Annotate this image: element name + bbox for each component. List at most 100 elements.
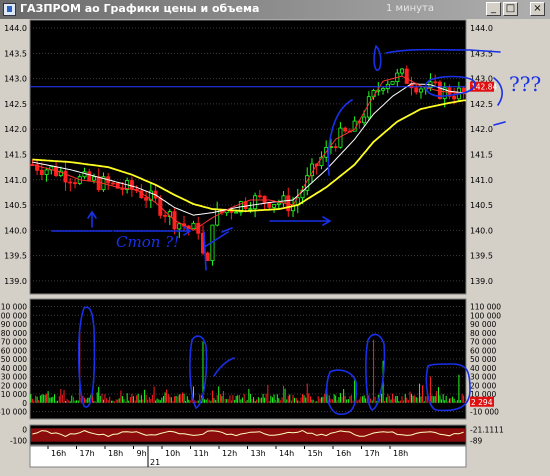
volume-axis-label-right: -10 000	[470, 408, 499, 417]
price-candle	[44, 169, 49, 175]
close-button[interactable]: ×	[530, 2, 545, 16]
window-title: ГАЗПРОМ ао Графики цены и объема	[20, 2, 260, 15]
price-candle	[404, 68, 409, 84]
annotation-question-text: ???	[509, 72, 541, 96]
price-axis-label-left: 139.0	[4, 277, 27, 286]
chart-area[interactable]: 144.0 144.0143.5 143.5143.0 143.0142.5 142.5…	[0, 19, 550, 476]
x-axis-label: 18h	[108, 449, 123, 458]
price-candle	[96, 176, 101, 191]
price-candle	[248, 208, 253, 211]
x-axis-label: 13h	[251, 449, 266, 458]
volume-axis-label-left: 80 000	[1, 329, 27, 338]
x-axis-label: 18h	[393, 449, 408, 458]
x-axis-label: 17h	[80, 449, 95, 458]
volume-axis-label-left: 0	[22, 399, 27, 408]
price-candle	[461, 87, 466, 93]
volume-axis-label-right: 60 000	[470, 346, 496, 355]
price-candle	[91, 176, 96, 181]
price-candle	[253, 195, 258, 210]
volume-axis-label-right: 110 000	[470, 303, 501, 312]
oscillator-value-1: -21.1111	[470, 425, 504, 434]
volume-axis-label-left: 100 000	[0, 311, 27, 320]
minimize-button[interactable]: _	[486, 2, 501, 16]
price-axis-label-left: 141.5	[4, 150, 27, 159]
volume-axis-label-right: 40 000	[470, 364, 496, 373]
volume-axis-label-left: 90 000	[1, 320, 27, 329]
price-candle	[73, 182, 78, 185]
price-candle	[177, 223, 182, 230]
price-axis-label-left: 141.0	[4, 176, 27, 185]
chart-window: ГАЗПРОМ ао Графики цены и объема 1 минут…	[0, 0, 550, 476]
price-axis-label-right: 141.5	[470, 150, 493, 159]
price-axis-label-left: 139.5	[4, 252, 27, 261]
price-candle	[82, 171, 87, 178]
volume-axis-label-left: -10 000	[0, 408, 27, 417]
price-axis-label-left: 144.0	[4, 24, 27, 33]
volume-axis-label-right: 70 000	[470, 338, 496, 347]
date-label-21: 21	[150, 458, 160, 467]
x-axis-label: 15h	[308, 449, 323, 458]
price-candle	[205, 252, 210, 262]
price-candle	[262, 195, 267, 203]
x-axis-label: 11h	[194, 449, 209, 458]
volume-axis-label-right: 20 000	[470, 381, 496, 390]
price-axis-label-left: 142.0	[4, 125, 27, 134]
price-candle	[343, 127, 348, 132]
price-candle	[433, 81, 438, 84]
volume-axis-label-left: 60 000	[1, 346, 27, 355]
price-candle	[39, 169, 44, 175]
x-axis-label: 12h	[222, 449, 237, 458]
app-icon	[3, 3, 16, 16]
price-candle	[257, 195, 262, 198]
oscillator-axis-label: -100	[10, 437, 27, 446]
volume-axis-label-left: 30 000	[1, 373, 27, 382]
oscillator-value-2: -89	[470, 437, 482, 446]
x-axis-label: 9h	[137, 449, 147, 458]
volume-axis-label-left: 40 000	[1, 364, 27, 373]
maximize-button[interactable]: □	[503, 2, 518, 16]
x-axis-label: 17h	[365, 449, 380, 458]
price-candle	[381, 88, 386, 91]
x-axis-label: 14h	[279, 449, 294, 458]
volume-axis-label-left: 70 000	[1, 338, 27, 347]
price-candle	[191, 222, 196, 229]
x-axis-label: 16h	[336, 449, 351, 458]
price-candle	[129, 180, 134, 190]
price-candle	[362, 116, 367, 124]
price-axis-label-right: 142.0	[470, 125, 493, 134]
price-axis-label-right: 139.0	[470, 277, 493, 286]
annotation-stop-text: Стоп ?!	[116, 233, 179, 251]
volume-axis-label-left: 110 000	[0, 303, 27, 312]
price-candle	[63, 170, 68, 183]
price-axis-label-left: 140.0	[4, 226, 27, 235]
price-candle	[452, 95, 457, 100]
last-volume-label: 2 294	[471, 398, 493, 407]
price-candle	[281, 195, 286, 204]
price-candle	[110, 182, 115, 185]
price-axis-label-right: 142.5	[470, 100, 493, 109]
price-axis-label-right: 144.0	[470, 24, 493, 33]
volume-axis-label-right: 100 000	[470, 311, 501, 320]
price-axis-label-left: 143.5	[4, 49, 27, 58]
price-candle	[400, 68, 405, 74]
price-axis-label-left: 143.0	[4, 75, 27, 84]
price-candle	[267, 202, 272, 208]
price-candle	[390, 81, 395, 85]
price-candle	[144, 197, 149, 201]
price-candle	[333, 146, 338, 149]
oscillator-axis-label: 0	[22, 425, 27, 434]
price-axis-label-right: 141.0	[470, 176, 493, 185]
title-bar[interactable]: ГАЗПРОМ ао Графики цены и объема 1 минут…	[0, 0, 550, 19]
price-candle	[163, 214, 168, 217]
price-axis-label-right: 139.5	[470, 252, 493, 261]
volume-axis-label-left: 10 000	[1, 390, 27, 399]
price-candle	[272, 204, 277, 208]
price-candle	[276, 202, 281, 205]
price-axis-label-right: 140.5	[470, 201, 493, 210]
price-axis-label-left: 140.5	[4, 201, 27, 210]
panel-1-background	[29, 19, 467, 295]
price-candle	[68, 181, 73, 184]
volume-axis-label-left: 20 000	[1, 381, 27, 390]
price-candle	[414, 87, 419, 93]
volume-axis-label-right: 90 000	[470, 320, 496, 329]
